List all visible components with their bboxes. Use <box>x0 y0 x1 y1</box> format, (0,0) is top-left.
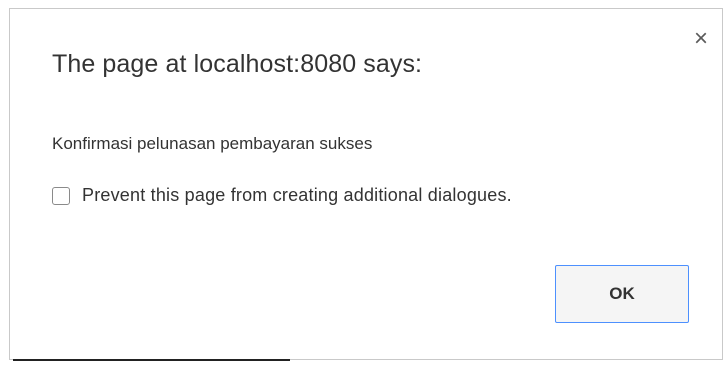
close-icon[interactable]: × <box>688 26 714 52</box>
prevent-dialogues-checkbox[interactable] <box>52 186 70 205</box>
underlying-page-divider <box>13 359 290 361</box>
prevent-dialogues-option[interactable]: Prevent this page from creating addition… <box>52 185 512 206</box>
dialog-title: The page at localhost:8080 says: <box>52 50 423 78</box>
prevent-dialogues-label: Prevent this page from creating addition… <box>82 185 512 205</box>
alert-dialog: The page at localhost:8080 says: × Konfi… <box>9 8 723 360</box>
screen: The page at localhost:8080 says: × Konfi… <box>0 0 728 367</box>
dialog-message: Konfirmasi pelunasan pembayaran sukses <box>52 134 373 153</box>
ok-button[interactable]: OK <box>555 265 689 323</box>
